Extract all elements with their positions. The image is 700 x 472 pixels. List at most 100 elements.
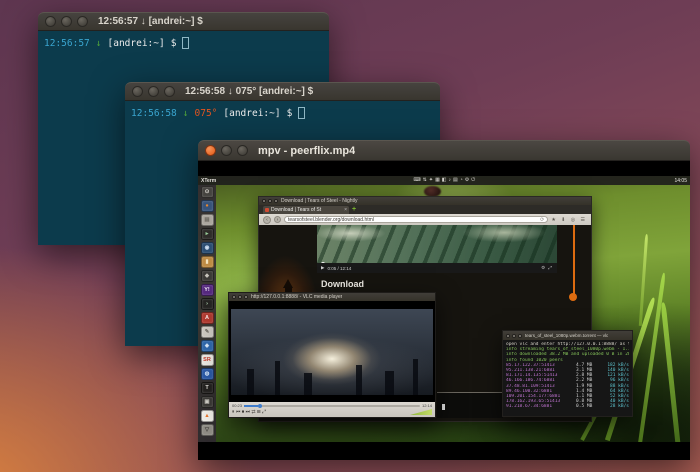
window-buttons[interactable] (506, 334, 522, 338)
shell-prompt: 12:56:58 ↓ 075° [andrei:~] $ (131, 107, 434, 119)
tray-icon[interactable]: ◧ (442, 178, 447, 183)
volume-slider[interactable] (410, 409, 432, 415)
launcher-icon-glyph: SR (203, 357, 211, 363)
window-buttons[interactable] (262, 199, 278, 203)
maximize-icon (518, 334, 522, 338)
maximize-icon[interactable] (164, 86, 175, 97)
tray-icon[interactable]: ⚙ (465, 178, 469, 183)
launcher-icon[interactable]: ▤ (201, 214, 214, 226)
play-icon[interactable]: ▶ (321, 265, 324, 271)
back-button[interactable]: ‹ (263, 216, 271, 224)
window-buttons[interactable] (232, 295, 248, 299)
vlc-titlebar[interactable]: http://127.0.0.1:8888/ - VLC media playe… (229, 293, 435, 301)
navbar-action-icons[interactable]: ★ ⬇ ◎ ☰ (551, 217, 587, 223)
peerflix-titlebar[interactable]: tears_of_steel_1080p.webm.torrent — vlc (503, 331, 632, 340)
tray-icon[interactable]: ⏻ (471, 178, 475, 183)
launcher-icon[interactable]: ◍ (201, 368, 214, 380)
tray-icon[interactable]: ⇅ (423, 178, 427, 183)
tab-download-tears-of-steel[interactable]: Download | Tears of St × (263, 206, 349, 214)
launcher-icon[interactable]: ▮ (201, 256, 214, 268)
launcher-icon-glyph: ✎ (205, 329, 210, 335)
embedded-video-player[interactable] (317, 225, 557, 263)
close-icon (232, 295, 236, 299)
close-icon (262, 199, 266, 203)
screencast-frame: XTerm ⌨⇅✦▦◧♪▤◔⚙⏻ 14:05 ⊙ ● ▤ ▸ ◉ ▮ ◆ Y! › A ✎ ◈ SR ◍ T… (198, 176, 690, 442)
close-icon[interactable] (205, 145, 216, 156)
launcher-icon[interactable]: A (201, 312, 214, 324)
tower-silhouette (275, 361, 280, 395)
minimize-icon[interactable] (61, 16, 72, 27)
launcher-icon[interactable]: ✎ (201, 326, 214, 338)
firefox-titlebar[interactable]: Download | Tears of Steel - Nightly (259, 197, 591, 205)
minimize-icon[interactable] (221, 145, 232, 156)
firefox-tabbar[interactable]: Download | Tears of St × + (259, 205, 591, 214)
launcher-icon[interactable]: ◈ (201, 340, 214, 352)
launcher-icon[interactable]: ▣ (201, 396, 214, 408)
launcher-icon-glyph: ◍ (205, 371, 210, 377)
reload-icon[interactable]: ⟳ (540, 217, 544, 223)
maximize-icon[interactable] (77, 16, 88, 27)
video-controls[interactable]: ▶ 0:05 / 12:14 ⚙ ⤢ (317, 263, 557, 273)
launcher-icon-glyph: ⊙ (205, 189, 210, 195)
launcher-icon-glyph: Y! (204, 287, 210, 293)
tray-icon[interactable]: ✦ (429, 178, 433, 183)
launcher-icon[interactable]: ● (201, 200, 214, 212)
tray-icon[interactable]: ◔ (460, 178, 463, 183)
prompt-dollar: $ (287, 108, 293, 119)
tray-icon[interactable]: ♪ (449, 178, 452, 183)
new-tab-button[interactable]: + (352, 206, 356, 214)
prompt-dollar: $ (171, 38, 177, 49)
launcher-icon-glyph: ▸ (206, 231, 209, 237)
firefox-navbar[interactable]: ‹ › tearsofsteel.blender.org/download.ht… (259, 214, 591, 225)
launcher-icon[interactable]: ▲ (201, 410, 214, 422)
terminal1-titlebar[interactable]: 12:56:57 ↓ [andrei:~] $ (38, 12, 329, 31)
launcher-icon[interactable]: ◉ (201, 242, 214, 254)
tray-icon[interactable]: ▤ (453, 178, 458, 183)
peerflix-terminal-window[interactable]: tears_of_steel_1080p.webm.torrent — vlc … (502, 330, 633, 417)
peer-row: 91.218.67.34:6881 0.5 MB 28 kB/s (506, 404, 629, 409)
player-right-icons[interactable]: ⚙ ⤢ (541, 265, 553, 271)
launcher-icon-glyph: › (206, 301, 208, 307)
prompt-time: 12:56:58 (131, 108, 177, 119)
launcher-icon[interactable]: ⊙ (201, 186, 214, 198)
tray-icon[interactable]: ▦ (435, 178, 440, 183)
launcher-icon[interactable]: Y! (201, 284, 214, 296)
launcher-icon[interactable]: ▽ (201, 424, 214, 436)
xterm-window[interactable] (437, 392, 503, 418)
vlc-video-area[interactable] (229, 301, 435, 402)
letterbox-top (198, 161, 690, 176)
launcher-icon[interactable]: ▸ (201, 228, 214, 240)
seek-knob[interactable] (258, 404, 262, 408)
forward-button[interactable]: › (274, 216, 281, 223)
launcher-icon-glyph: ◆ (205, 273, 209, 279)
peerflix-output[interactable]: open vlc and enter http://127.0.0.1:8888… (503, 340, 632, 412)
minimize-icon (268, 199, 272, 203)
vlc-controls[interactable]: 00:23 12:14 ⏸ ⏮ ⏹ ⏭ ⇄ ☰ ⤢ (229, 402, 435, 417)
url-text[interactable]: tearsofsteel.blender.org/download.html (288, 217, 374, 223)
url-bar[interactable]: tearsofsteel.blender.org/download.html ⟳ (284, 216, 548, 223)
unity-launcher[interactable]: ⊙ ● ▤ ▸ ◉ ▮ ◆ Y! › A ✎ ◈ SR ◍ T ▣ ▲ ▽ (198, 185, 216, 442)
terminal2-titlebar[interactable]: 12:56:58 ↓ 075° [andrei:~] $ (125, 82, 440, 101)
inner-top-panel[interactable]: XTerm ⌨⇅✦▦◧♪▤◔⚙⏻ 14:05 (198, 176, 690, 185)
tab-label: Download | Tears of St (271, 207, 342, 213)
close-icon[interactable] (132, 86, 143, 97)
vlc-time-total: 12:14 (422, 403, 432, 408)
minimize-icon[interactable] (148, 86, 159, 97)
vlc-seek-bar[interactable] (244, 405, 420, 407)
tab-close-icon[interactable]: × (344, 207, 347, 213)
mpv-titlebar[interactable]: mpv - peerflix.mp4 (198, 140, 690, 161)
launcher-icon[interactable]: › (201, 298, 214, 310)
launcher-icon[interactable]: ◆ (201, 270, 214, 282)
tray-icon[interactable]: ⌨ (413, 178, 420, 183)
mpv-window[interactable]: mpv - peerflix.mp4 XTerm ⌨⇅✦▦◧♪▤◔⚙⏻ 14:0 (198, 140, 690, 460)
mpv-video-area[interactable]: XTerm ⌨⇅✦▦◧♪▤◔⚙⏻ 14:05 ⊙ ● ▤ ▸ ◉ ▮ ◆ Y! › A ✎ ◈ SR ◍ T… (198, 161, 690, 460)
launcher-icon[interactable]: SR (201, 354, 214, 366)
vlc-transport-buttons[interactable]: ⏸ ⏮ ⏹ ⏭ ⇄ ☰ ⤢ (232, 409, 266, 415)
panel-clock[interactable]: 14:05 (674, 178, 687, 184)
prompt-arrow-icon: ↓ (96, 38, 102, 49)
vlc-window[interactable]: http://127.0.0.1:8888/ - VLC media playe… (228, 292, 436, 418)
close-icon[interactable] (45, 16, 56, 27)
launcher-icon[interactable]: T (201, 382, 214, 394)
system-tray[interactable]: ⌨⇅✦▦◧♪▤◔⚙⏻ (413, 178, 475, 183)
maximize-icon[interactable] (237, 145, 248, 156)
